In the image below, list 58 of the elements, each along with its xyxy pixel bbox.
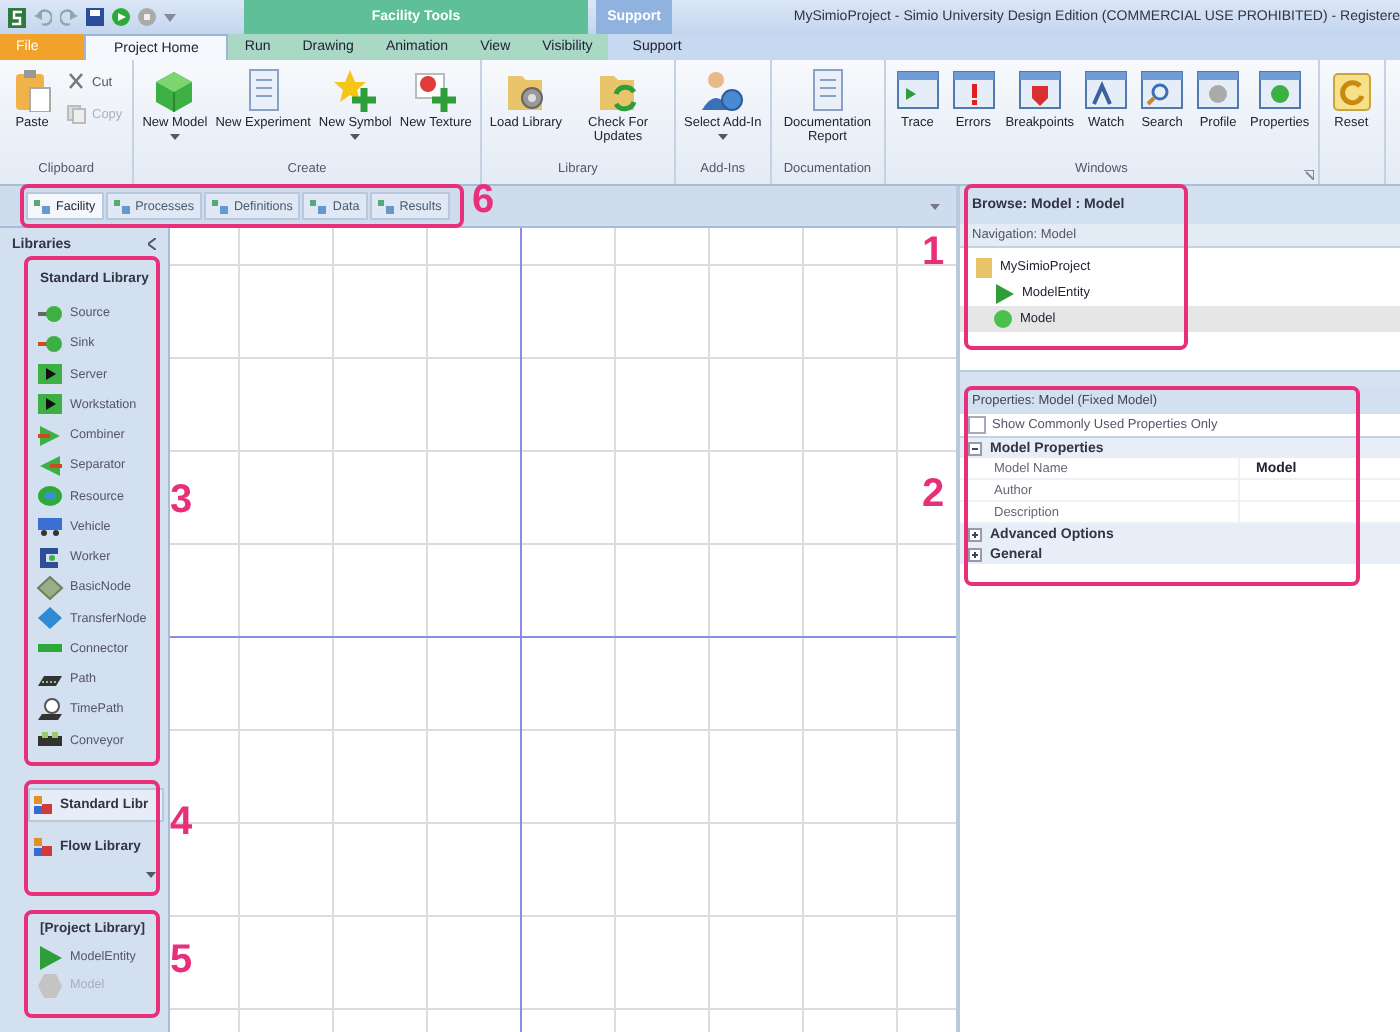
callout-number: 3 [170,480,193,520]
copy-icon [66,104,86,124]
app-logo-icon [8,7,26,27]
callout-number: 6 [472,180,495,220]
callout-number: 2 [922,474,945,514]
triangle-icon [36,945,64,970]
run-icon [112,8,130,26]
callout-number: 1 [922,232,945,272]
tab-icon [377,198,394,214]
bracket-icon [36,545,64,570]
window-icon [1015,68,1064,112]
callout-frame [24,910,160,1018]
checkbox[interactable] [968,416,986,434]
caret-icon [930,203,940,209]
diamond-icon [36,606,64,631]
refresh-icon [1327,68,1376,112]
splitter-bar[interactable] [960,370,1400,388]
callout-number: 4 [170,802,193,842]
caret-icon [164,13,176,21]
triangle-icon [36,453,64,478]
triangle-icon [36,423,64,448]
scissors-icon [66,72,86,92]
dialog-launcher-icon[interactable] [1303,170,1314,180]
plus-box-icon[interactable] [968,527,982,541]
tab-icon [34,198,50,214]
undo-icon [34,8,52,26]
window-icon [1138,68,1187,112]
collapse-icon [148,238,156,250]
caret-icon [146,871,156,878]
circle-icon [994,310,1012,328]
redo-icon [60,8,78,26]
play-square-icon [36,392,64,417]
callout-number: 5 [170,940,193,980]
window-icon [1255,68,1304,112]
diamond-icon [36,575,64,600]
oval-icon [36,484,64,509]
window-icon [949,68,998,112]
circle-line-icon [36,331,64,356]
tab-icon [212,198,228,214]
tab-icon [113,198,130,214]
window-icon [893,68,942,112]
callout-frame [24,780,160,896]
save-icon [86,8,104,26]
hexagon-icon [36,973,64,998]
stop-icon [138,8,156,26]
folder-icon [976,257,992,277]
library-icon [34,795,52,814]
bus-icon [36,514,64,539]
triangle-icon [994,283,1014,303]
tab-icon [310,198,327,214]
play-square-icon [36,362,64,387]
star-plus-icon [331,68,380,112]
plus-box-icon[interactable] [968,547,982,561]
window-icon [1194,68,1243,112]
minus-box-icon[interactable] [968,441,982,455]
circle-line-icon [36,301,64,326]
window-icon [1082,68,1131,112]
library-icon [34,837,52,856]
